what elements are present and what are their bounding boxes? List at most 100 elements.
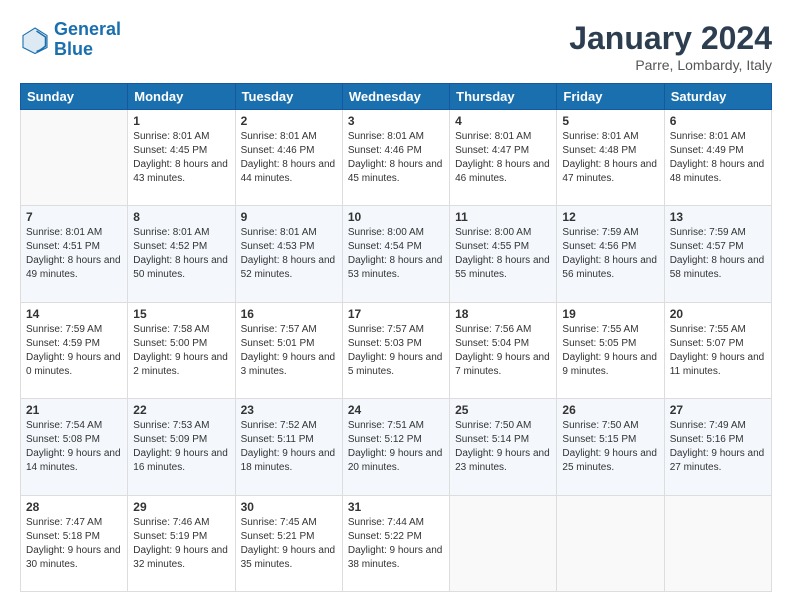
logo: General Blue — [20, 20, 121, 60]
sunset: Sunset: 5:15 PM — [562, 433, 658, 447]
location: Parre, Lombardy, Italy — [569, 57, 772, 73]
calendar-day-cell: 20 Sunrise: 7:55 AM Sunset: 5:07 PM Dayl… — [664, 302, 771, 398]
sunset: Sunset: 5:01 PM — [241, 337, 337, 351]
sunset: Sunset: 5:05 PM — [562, 337, 658, 351]
day-number: 29 — [133, 500, 229, 514]
day-of-week-header: Sunday — [21, 84, 128, 110]
day-info: Sunrise: 7:52 AM Sunset: 5:11 PM Dayligh… — [241, 419, 337, 475]
sunset: Sunset: 4:49 PM — [670, 144, 766, 158]
sunrise: Sunrise: 7:49 AM — [670, 419, 766, 433]
day-number: 31 — [348, 500, 444, 514]
sunset: Sunset: 5:21 PM — [241, 530, 337, 544]
calendar-day-cell: 19 Sunrise: 7:55 AM Sunset: 5:05 PM Dayl… — [557, 302, 664, 398]
day-number: 1 — [133, 114, 229, 128]
daylight: Daylight: 9 hours and 32 minutes. — [133, 544, 229, 572]
calendar-day-cell: 16 Sunrise: 7:57 AM Sunset: 5:01 PM Dayl… — [235, 302, 342, 398]
sunrise: Sunrise: 7:55 AM — [562, 323, 658, 337]
calendar-day-cell: 10 Sunrise: 8:00 AM Sunset: 4:54 PM Dayl… — [342, 206, 449, 302]
sunrise: Sunrise: 8:01 AM — [241, 226, 337, 240]
day-info: Sunrise: 8:01 AM Sunset: 4:46 PM Dayligh… — [241, 130, 337, 186]
day-info: Sunrise: 7:55 AM Sunset: 5:07 PM Dayligh… — [670, 323, 766, 379]
day-number: 7 — [26, 210, 122, 224]
calendar-day-cell: 5 Sunrise: 8:01 AM Sunset: 4:48 PM Dayli… — [557, 110, 664, 206]
day-number: 27 — [670, 403, 766, 417]
sunrise: Sunrise: 7:44 AM — [348, 516, 444, 530]
day-of-week-header: Wednesday — [342, 84, 449, 110]
calendar-day-cell: 13 Sunrise: 7:59 AM Sunset: 4:57 PM Dayl… — [664, 206, 771, 302]
daylight: Daylight: 8 hours and 55 minutes. — [455, 254, 551, 282]
day-number: 18 — [455, 307, 551, 321]
day-number: 15 — [133, 307, 229, 321]
daylight: Daylight: 9 hours and 27 minutes. — [670, 447, 766, 475]
sunset: Sunset: 4:51 PM — [26, 240, 122, 254]
daylight: Daylight: 9 hours and 7 minutes. — [455, 351, 551, 379]
title-area: January 2024 Parre, Lombardy, Italy — [569, 20, 772, 73]
sunset: Sunset: 5:18 PM — [26, 530, 122, 544]
day-info: Sunrise: 7:58 AM Sunset: 5:00 PM Dayligh… — [133, 323, 229, 379]
calendar-day-cell: 3 Sunrise: 8:01 AM Sunset: 4:46 PM Dayli… — [342, 110, 449, 206]
daylight: Daylight: 8 hours and 45 minutes. — [348, 158, 444, 186]
day-of-week-header: Friday — [557, 84, 664, 110]
sunset: Sunset: 5:22 PM — [348, 530, 444, 544]
daylight: Daylight: 8 hours and 56 minutes. — [562, 254, 658, 282]
day-number: 8 — [133, 210, 229, 224]
day-number: 22 — [133, 403, 229, 417]
sunrise: Sunrise: 7:47 AM — [26, 516, 122, 530]
daylight: Daylight: 9 hours and 20 minutes. — [348, 447, 444, 475]
sunrise: Sunrise: 7:53 AM — [133, 419, 229, 433]
sunrise: Sunrise: 8:00 AM — [455, 226, 551, 240]
sunrise: Sunrise: 8:01 AM — [455, 130, 551, 144]
daylight: Daylight: 8 hours and 58 minutes. — [670, 254, 766, 282]
daylight: Daylight: 8 hours and 49 minutes. — [26, 254, 122, 282]
calendar-day-cell — [450, 495, 557, 591]
day-number: 11 — [455, 210, 551, 224]
daylight: Daylight: 8 hours and 53 minutes. — [348, 254, 444, 282]
day-number: 17 — [348, 307, 444, 321]
daylight: Daylight: 9 hours and 23 minutes. — [455, 447, 551, 475]
day-info: Sunrise: 7:55 AM Sunset: 5:05 PM Dayligh… — [562, 323, 658, 379]
sunrise: Sunrise: 8:01 AM — [133, 130, 229, 144]
day-info: Sunrise: 7:57 AM Sunset: 5:03 PM Dayligh… — [348, 323, 444, 379]
day-info: Sunrise: 7:51 AM Sunset: 5:12 PM Dayligh… — [348, 419, 444, 475]
day-number: 2 — [241, 114, 337, 128]
calendar-day-cell: 18 Sunrise: 7:56 AM Sunset: 5:04 PM Dayl… — [450, 302, 557, 398]
sunset: Sunset: 4:59 PM — [26, 337, 122, 351]
calendar-day-cell: 22 Sunrise: 7:53 AM Sunset: 5:09 PM Dayl… — [128, 399, 235, 495]
day-number: 25 — [455, 403, 551, 417]
day-info: Sunrise: 8:01 AM Sunset: 4:49 PM Dayligh… — [670, 130, 766, 186]
sunrise: Sunrise: 8:01 AM — [562, 130, 658, 144]
day-info: Sunrise: 7:47 AM Sunset: 5:18 PM Dayligh… — [26, 516, 122, 572]
calendar-day-cell: 21 Sunrise: 7:54 AM Sunset: 5:08 PM Dayl… — [21, 399, 128, 495]
calendar-week-row: 21 Sunrise: 7:54 AM Sunset: 5:08 PM Dayl… — [21, 399, 772, 495]
calendar-day-cell: 23 Sunrise: 7:52 AM Sunset: 5:11 PM Dayl… — [235, 399, 342, 495]
sunset: Sunset: 4:52 PM — [133, 240, 229, 254]
calendar-table: SundayMondayTuesdayWednesdayThursdayFrid… — [20, 83, 772, 592]
calendar-day-cell — [664, 495, 771, 591]
calendar-day-cell: 28 Sunrise: 7:47 AM Sunset: 5:18 PM Dayl… — [21, 495, 128, 591]
sunrise: Sunrise: 7:59 AM — [562, 226, 658, 240]
day-info: Sunrise: 7:59 AM Sunset: 4:56 PM Dayligh… — [562, 226, 658, 282]
day-info: Sunrise: 7:50 AM Sunset: 5:15 PM Dayligh… — [562, 419, 658, 475]
day-number: 23 — [241, 403, 337, 417]
day-info: Sunrise: 7:59 AM Sunset: 4:57 PM Dayligh… — [670, 226, 766, 282]
calendar-day-cell: 30 Sunrise: 7:45 AM Sunset: 5:21 PM Dayl… — [235, 495, 342, 591]
sunset: Sunset: 5:08 PM — [26, 433, 122, 447]
day-number: 28 — [26, 500, 122, 514]
daylight: Daylight: 8 hours and 43 minutes. — [133, 158, 229, 186]
daylight: Daylight: 9 hours and 9 minutes. — [562, 351, 658, 379]
calendar-day-cell: 25 Sunrise: 7:50 AM Sunset: 5:14 PM Dayl… — [450, 399, 557, 495]
calendar-week-row: 7 Sunrise: 8:01 AM Sunset: 4:51 PM Dayli… — [21, 206, 772, 302]
day-info: Sunrise: 8:00 AM Sunset: 4:55 PM Dayligh… — [455, 226, 551, 282]
day-info: Sunrise: 8:01 AM Sunset: 4:53 PM Dayligh… — [241, 226, 337, 282]
daylight: Daylight: 9 hours and 3 minutes. — [241, 351, 337, 379]
calendar-week-row: 1 Sunrise: 8:01 AM Sunset: 4:45 PM Dayli… — [21, 110, 772, 206]
sunrise: Sunrise: 8:01 AM — [133, 226, 229, 240]
day-info: Sunrise: 8:00 AM Sunset: 4:54 PM Dayligh… — [348, 226, 444, 282]
daylight: Daylight: 9 hours and 35 minutes. — [241, 544, 337, 572]
day-number: 14 — [26, 307, 122, 321]
sunrise: Sunrise: 8:01 AM — [670, 130, 766, 144]
daylight: Daylight: 9 hours and 38 minutes. — [348, 544, 444, 572]
sunrise: Sunrise: 7:58 AM — [133, 323, 229, 337]
sunrise: Sunrise: 7:51 AM — [348, 419, 444, 433]
day-number: 13 — [670, 210, 766, 224]
